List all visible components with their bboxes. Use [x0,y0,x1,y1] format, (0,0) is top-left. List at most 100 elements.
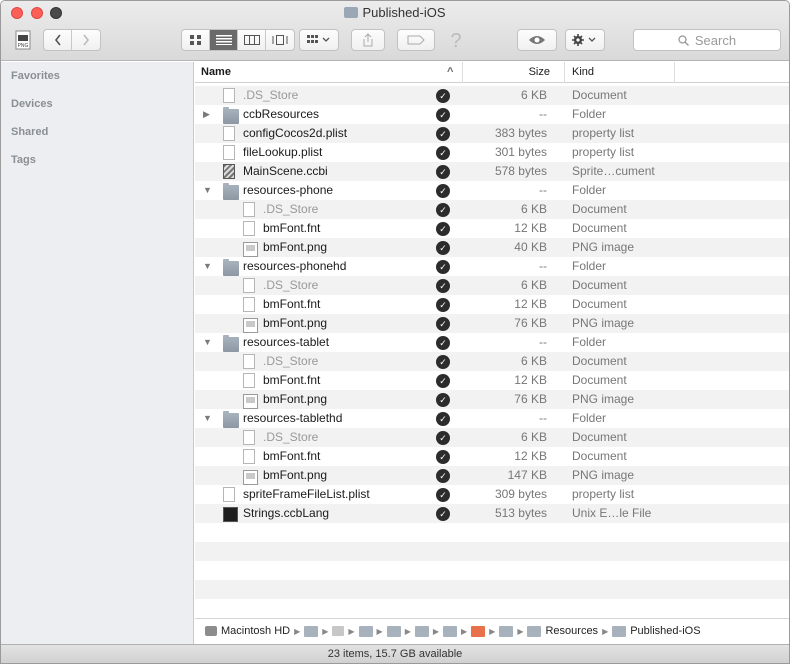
file-size: 6 KB [520,278,547,292]
file-kind: property list [572,145,635,159]
file-list-view: Name ^ Size Kind .DS_Store ✓ 6 KB Document ▶ c… [195,62,789,616]
folder-icon [612,625,627,637]
path-item[interactable] [358,625,373,637]
path-item[interactable] [443,625,458,637]
sync-check-icon: ✓ [436,222,450,236]
folder-icon [499,625,514,637]
name-column-header[interactable]: Name ^ [195,62,463,83]
kind-column-label: Kind [572,66,595,78]
forward-button[interactable] [72,30,100,50]
list-view-button[interactable] [210,30,238,50]
disclosure-collapsed-icon[interactable]: ▶ [203,105,213,124]
disclosure-expanded-icon[interactable]: ▼ [203,333,213,352]
png-file-icon[interactable]: PNG [13,29,33,51]
sidebar-devices[interactable]: Devices [1,90,193,118]
sidebar-favorites[interactable]: Favorites [1,62,193,90]
status-bar: 23 items, 15.7 GB available [1,644,789,663]
terminal-file-icon [223,507,238,522]
cover-flow-button[interactable] [266,30,294,50]
folder-icon [443,625,458,637]
icon-view-button[interactable] [182,30,210,50]
columns-icon [243,35,260,45]
png-document-icon: PNG [15,30,31,50]
file-row[interactable]: .DS_Store ✓ 6 KB Document [195,200,789,219]
path-item[interactable] [332,626,345,636]
file-row[interactable]: ▼ resources-phone ✓ -- Folder [195,181,789,200]
back-button[interactable] [44,30,72,50]
file-size: 513 bytes [494,506,547,520]
file-row[interactable]: .DS_Store ✓ 6 KB Document [195,276,789,295]
file-name: resources-tablethd [243,411,343,425]
path-bar: Macintosh HD ▶ ▶ ▶ ▶ ▶ ▶ ▶ ▶ ▶ Resources ▶ Published… [195,618,789,643]
file-row[interactable]: .DS_Store ✓ 6 KB Document [195,86,789,105]
file-kind: Document [572,221,627,235]
path-item[interactable] [471,625,486,637]
file-row[interactable]: bmFont.fnt ✓ 12 KB Document [195,219,789,238]
file-row[interactable]: ▼ resources-tablethd ✓ -- Folder [195,409,789,428]
path-item[interactable]: Published-iOS [612,625,701,637]
tags-button[interactable] [397,29,435,51]
file-name: .DS_Store [263,430,319,444]
file-row[interactable]: .DS_Store ✓ 6 KB Document [195,352,789,371]
sync-check-icon: ✓ [436,431,450,445]
sidebar-tags[interactable]: Tags [1,146,193,174]
hard-drive-icon [205,626,217,636]
help-button[interactable]: ? [445,29,467,51]
path-item[interactable] [414,625,429,637]
file-row[interactable]: ▼ resources-tablet ✓ -- Folder [195,333,789,352]
file-row[interactable]: bmFont.png ✓ 76 KB PNG image [195,314,789,333]
path-separator-icon: ▶ [322,626,329,636]
file-row[interactable]: .DS_Store ✓ 6 KB Document [195,428,789,447]
navigation-buttons [43,29,101,51]
file-row[interactable]: fileLookup.plist ✓ 301 bytes property list [195,143,789,162]
folder-icon [344,7,359,18]
file-row[interactable]: Strings.ccbLang ✓ 513 bytes Unix E…le File [195,504,789,523]
sync-check-icon: ✓ [436,317,450,331]
path-item[interactable] [304,625,319,637]
sidebar-shared[interactable]: Shared [1,118,193,146]
file-row[interactable]: MainScene.ccbi ✓ 578 bytes Sprite…cument [195,162,789,181]
file-row[interactable]: bmFont.png ✓ 76 KB PNG image [195,390,789,409]
path-item[interactable] [386,625,401,637]
size-column-header[interactable]: Size [463,62,565,83]
path-item[interactable] [499,625,514,637]
file-kind: Folder [572,107,607,121]
file-row[interactable]: ▶ ccbResources ✓ -- Folder [195,105,789,124]
quick-look-button[interactable] [517,29,557,51]
file-kind: Document [572,297,627,311]
tag-icon [407,35,425,45]
file-kind: Unix E…le File [572,506,652,520]
file-kind: Folder [572,183,607,197]
file-size: 76 KB [514,392,547,406]
file-size: 383 bytes [494,126,547,140]
search-field[interactable]: Search [633,29,781,51]
sync-check-icon: ✓ [436,108,450,122]
path-item[interactable]: Resources [527,625,598,637]
sync-check-icon: ✓ [436,374,450,388]
file-row[interactable]: configCocos2d.plist ✓ 383 bytes property li… [195,124,789,143]
file-name: resources-tablet [243,335,330,349]
file-row[interactable]: bmFont.png ✓ 40 KB PNG image [195,238,789,257]
action-menu-button[interactable] [565,29,605,51]
file-row[interactable]: bmFont.fnt ✓ 12 KB Document [195,371,789,390]
share-button[interactable] [351,29,385,51]
column-view-button[interactable] [238,30,266,50]
sync-check-icon: ✓ [436,279,450,293]
folder-icon [223,411,239,428]
disclosure-expanded-icon[interactable]: ▼ [203,257,213,276]
file-row[interactable]: ▼ resources-phonehd ✓ -- Folder [195,257,789,276]
file-row[interactable]: spriteFrameFileList.plist ✓ 309 bytes prope… [195,485,789,504]
arrange-button[interactable] [299,29,339,51]
name-column-label: Name [201,66,231,78]
path-item[interactable]: Macintosh HD [205,625,290,637]
file-row[interactable]: bmFont.png ✓ 147 KB PNG image [195,466,789,485]
file-row[interactable]: bmFont.fnt ✓ 12 KB Document [195,295,789,314]
disclosure-expanded-icon[interactable]: ▼ [203,181,213,200]
file-size: 6 KB [520,88,547,102]
kind-column-header[interactable]: Kind [565,62,675,83]
path-separator-icon: ▶ [602,626,609,636]
file-name: bmFont.png [263,240,328,254]
disclosure-expanded-icon[interactable]: ▼ [203,409,213,428]
file-name: ccbResources [243,107,320,121]
file-row[interactable]: bmFont.fnt ✓ 12 KB Document [195,447,789,466]
